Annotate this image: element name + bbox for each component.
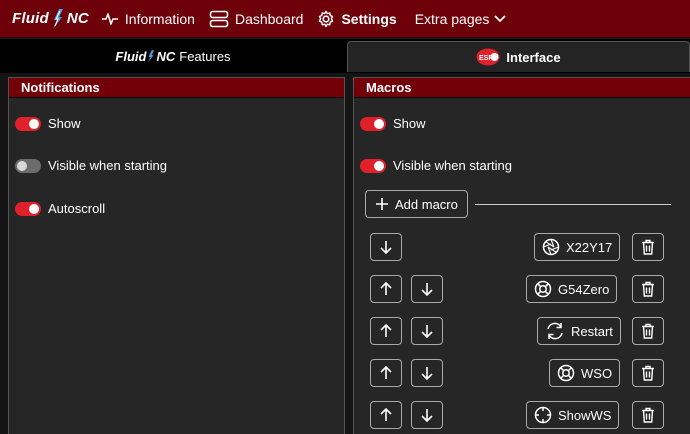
- trash-icon: [642, 407, 654, 423]
- divider: [475, 204, 671, 205]
- move-down-button[interactable]: [411, 275, 443, 303]
- tab-fluidnc-features[interactable]: Fluid NC Features: [0, 41, 346, 72]
- gear-icon: [319, 10, 334, 27]
- notifications-show-row[interactable]: Show: [15, 116, 81, 131]
- move-down-button[interactable]: [411, 317, 443, 345]
- macro-row: WSO: [354, 359, 690, 389]
- tab-interface[interactable]: ESP Interface: [347, 41, 690, 72]
- move-down-button[interactable]: [411, 401, 443, 429]
- add-macro-button[interactable]: Add macro: [365, 190, 468, 218]
- macro-label: Restart: [571, 323, 613, 339]
- trash-icon: [642, 281, 654, 297]
- macro-button-g54zero[interactable]: G54Zero: [526, 275, 618, 303]
- flame-icon: [148, 50, 155, 63]
- trash-icon: [642, 365, 654, 381]
- macro-label: ShowWS: [558, 407, 612, 423]
- move-up-button[interactable]: [370, 359, 402, 387]
- arrow-up-icon: [380, 282, 392, 295]
- nav-dashboard-label: Dashboard: [234, 10, 304, 27]
- tab-features-label: Features: [179, 49, 231, 64]
- content-area: Notifications Show Visible when starting…: [0, 73, 690, 434]
- macros-panel: Macros Show Visible when starting Add ma…: [353, 77, 690, 434]
- delete-macro-button[interactable]: [632, 317, 664, 345]
- nav-dashboard[interactable]: Dashboard: [209, 10, 304, 28]
- arrow-up-icon: [380, 408, 392, 421]
- trash-icon: [642, 239, 654, 255]
- macro-row: Restart: [354, 317, 690, 347]
- crosshair-icon: [534, 406, 552, 424]
- notifications-panel: Notifications Show Visible when starting…: [8, 77, 345, 434]
- add-macro-label: Add macro: [395, 196, 458, 212]
- activity-icon: [101, 12, 118, 25]
- macros-header: Macros: [354, 78, 690, 98]
- aperture-icon: [542, 238, 560, 256]
- nav-information[interactable]: Information: [101, 11, 195, 27]
- chevron-down-icon: [494, 14, 507, 22]
- fluidnc-logo[interactable]: Fluid NC: [12, 8, 89, 30]
- flame-icon: [52, 8, 63, 29]
- macros-visible-toggle[interactable]: [360, 158, 386, 173]
- refresh-icon: [547, 322, 563, 340]
- nav-settings-label: Settings: [341, 10, 397, 27]
- notifications-visible-toggle[interactable]: [15, 158, 41, 173]
- plus-icon: [376, 198, 388, 210]
- macro-row: G54Zero: [354, 275, 690, 305]
- notifications-show-toggle[interactable]: [15, 116, 41, 131]
- macro-button-wso[interactable]: WSO: [549, 359, 621, 387]
- settings-tabs: Fluid NC Features ESP Interface: [0, 39, 690, 73]
- arrow-down-icon: [421, 283, 433, 296]
- notifications-show-label: Show: [48, 116, 81, 131]
- macros-show-label: Show: [393, 116, 426, 131]
- move-up-button[interactable]: [370, 317, 402, 345]
- macros-show-row[interactable]: Show: [360, 116, 426, 131]
- move-down-button[interactable]: [411, 359, 443, 387]
- macros-visible-label: Visible when starting: [393, 158, 512, 173]
- notifications-autoscroll-toggle[interactable]: [15, 201, 41, 216]
- notifications-visible-label: Visible when starting: [48, 158, 167, 173]
- macros-visible-row[interactable]: Visible when starting: [360, 158, 512, 173]
- move-down-button[interactable]: [370, 233, 402, 261]
- dashboard-icon: [209, 10, 229, 27]
- nav-extra-pages[interactable]: Extra pages: [415, 11, 508, 27]
- small-logo-right: NC: [156, 49, 176, 64]
- notifications-autoscroll-row[interactable]: Autoscroll: [15, 201, 105, 216]
- brand-left-text: Fluid: [12, 10, 49, 27]
- move-up-button[interactable]: [370, 401, 402, 429]
- fluidnc-small-logo: Fluid NC: [115, 49, 175, 64]
- notifications-visible-row[interactable]: Visible when starting: [15, 158, 167, 173]
- notifications-autoscroll-label: Autoscroll: [48, 201, 106, 216]
- delete-macro-button[interactable]: [632, 275, 664, 303]
- macro-button-showws[interactable]: ShowWS: [526, 401, 620, 429]
- tab-interface-label: Interface: [506, 49, 561, 65]
- delete-macro-button[interactable]: [632, 359, 664, 387]
- macro-button-restart[interactable]: Restart: [537, 317, 621, 345]
- macro-button-x22y17[interactable]: X22Y17: [534, 233, 621, 261]
- arrow-up-icon: [380, 324, 392, 337]
- macro-row: ShowWS: [354, 401, 690, 431]
- delete-macro-button[interactable]: [632, 233, 664, 261]
- life-buoy-icon: [557, 364, 575, 382]
- macro-label: WSO: [581, 365, 613, 381]
- arrow-down-icon: [421, 409, 433, 422]
- nav-settings[interactable]: Settings: [317, 10, 397, 28]
- arrow-up-icon: [380, 366, 392, 379]
- trash-icon: [642, 323, 654, 339]
- arrow-down-icon: [380, 241, 392, 254]
- arrow-down-icon: [421, 367, 433, 380]
- nav-information-label: Information: [124, 10, 195, 27]
- notifications-header: Notifications: [9, 78, 344, 98]
- macro-row: X22Y17: [354, 233, 690, 263]
- brand-right-text: NC: [66, 10, 89, 27]
- move-up-button[interactable]: [370, 275, 402, 303]
- macros-show-toggle[interactable]: [360, 116, 386, 131]
- life-buoy-icon: [534, 280, 552, 298]
- nav-extra-pages-label: Extra pages: [414, 10, 490, 27]
- delete-macro-button[interactable]: [632, 401, 664, 429]
- macro-label: X22Y17: [566, 239, 613, 255]
- macro-label: G54Zero: [558, 281, 610, 297]
- esp3d-logo-icon: ESP: [476, 48, 500, 66]
- small-logo-left: Fluid: [115, 49, 147, 64]
- top-navbar: Fluid NC Information Dashboard Settings …: [0, 0, 690, 38]
- arrow-down-icon: [421, 325, 433, 338]
